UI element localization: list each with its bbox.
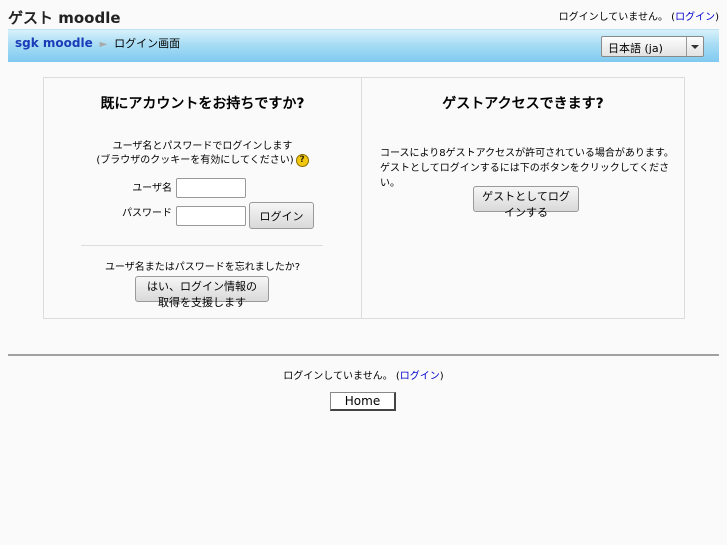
language-select[interactable]: 日本語 (ja)	[601, 36, 704, 57]
chevron-down-icon[interactable]	[686, 37, 703, 56]
footer-login-status: ログインしていません。	[283, 371, 393, 382]
guest-description-line1: コースにより8ゲストアクセスが許可されている場合があります。	[380, 148, 674, 159]
login-heading: 既にアカウントをお持ちですか?	[100, 96, 305, 112]
breadcrumb-home-link[interactable]: sgk moodle	[15, 36, 93, 50]
username-label: ユーザ名	[132, 183, 172, 194]
password-input[interactable]	[176, 206, 246, 226]
guest-description: コースにより8ゲストアクセスが許可されている場合があります。 ゲストとしてログイ…	[380, 146, 680, 191]
language-select-value: 日本語 (ja)	[608, 42, 663, 55]
guest-heading: ゲストアクセスできます?	[442, 96, 604, 112]
username-input[interactable]	[176, 178, 246, 198]
login-description-text: (ブラウザのクッキーを有効にしてください)	[96, 155, 294, 166]
guest-login-button[interactable]: ゲストとしてログインする	[473, 186, 579, 219]
login-description-line1: ユーザ名とパスワードでログインします	[112, 141, 293, 152]
login-divider	[81, 245, 323, 246]
password-label: パスワード	[122, 208, 172, 219]
breadcrumb-separator-icon: ►	[99, 39, 108, 50]
login-panel: 既にアカウントをお持ちですか? ユーザ名とパスワードでログインします (ブラウザ…	[43, 77, 685, 319]
header-login-info: ログインしていません。 (ログイン)	[558, 12, 719, 23]
breadcrumb: sgk moodle ► ログイン画面	[15, 35, 180, 51]
login-column: 既にアカウントをお持ちですか? ユーザ名とパスワードでログインします (ブラウザ…	[44, 78, 362, 318]
header-login-link[interactable]: ログイン	[675, 12, 715, 23]
login-description-line2: (ブラウザのクッキーを有効にしてください)?	[44, 151, 361, 167]
breadcrumb-current: ログイン画面	[114, 37, 181, 50]
login-status-text: ログインしていません。	[558, 12, 668, 23]
footer-login-link[interactable]: ログイン	[400, 371, 440, 382]
help-icon[interactable]: ?	[295, 153, 309, 167]
footer-login-info: ログインしていません。 (ログイン)	[283, 371, 444, 382]
guest-column: ゲストアクセスできます? コースにより8ゲストアクセスが許可されている場合があり…	[362, 78, 684, 318]
navbar: sgk moodle ► ログイン画面 日本語 (ja)	[8, 29, 719, 62]
home-button[interactable]: Home	[330, 392, 396, 411]
forgot-prompt: ユーザ名またはパスワードを忘れましたか?	[104, 262, 301, 273]
login-button[interactable]: ログイン	[249, 202, 314, 229]
site-title: ゲスト moodle	[8, 9, 121, 27]
forgot-password-button[interactable]: はい、ログイン情報の取得を支援します	[135, 276, 269, 309]
page-divider	[8, 354, 719, 356]
